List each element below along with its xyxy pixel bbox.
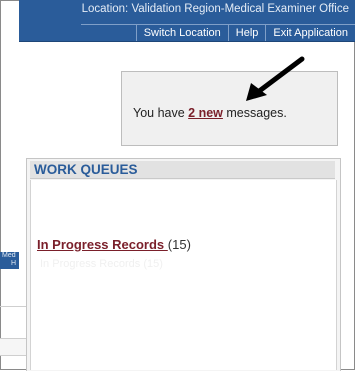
messages-prefix: You have [133, 106, 189, 120]
header-nav: Switch Location Help Exit Application [81, 24, 355, 41]
location-label: Location: Validation Region-Medical Exam… [81, 3, 349, 15]
work-queues-body [30, 180, 337, 370]
background-nav-fragment: H [11, 260, 17, 267]
work-queues-title: WORK QUEUES [30, 161, 335, 179]
background-window-header: Med H [0, 252, 19, 269]
help-link[interactable]: Help [227, 25, 266, 41]
background-location-fragment: Med [2, 252, 16, 259]
in-progress-records-count: (15) [167, 237, 191, 252]
background-divider [0, 306, 26, 307]
faded-work-queue-item: In Progress Records (15) [40, 258, 163, 270]
exit-application-link[interactable]: Exit Application [265, 25, 355, 41]
background-row [0, 338, 26, 355]
background-divider [0, 338, 26, 339]
background-divider [0, 355, 26, 356]
arrow-annotation-icon [246, 56, 305, 101]
work-queue-item: In Progress Records (15) [37, 237, 191, 252]
messages-notice: You have 2 new messages. [133, 106, 287, 120]
messages-suffix: messages. [222, 106, 287, 120]
switch-location-link[interactable]: Switch Location [135, 25, 228, 41]
app-header: Location: Validation Region-Medical Exam… [19, 0, 355, 42]
new-messages-link[interactable]: 2 new [188, 106, 223, 120]
in-progress-records-link[interactable]: In Progress Records [37, 237, 168, 252]
